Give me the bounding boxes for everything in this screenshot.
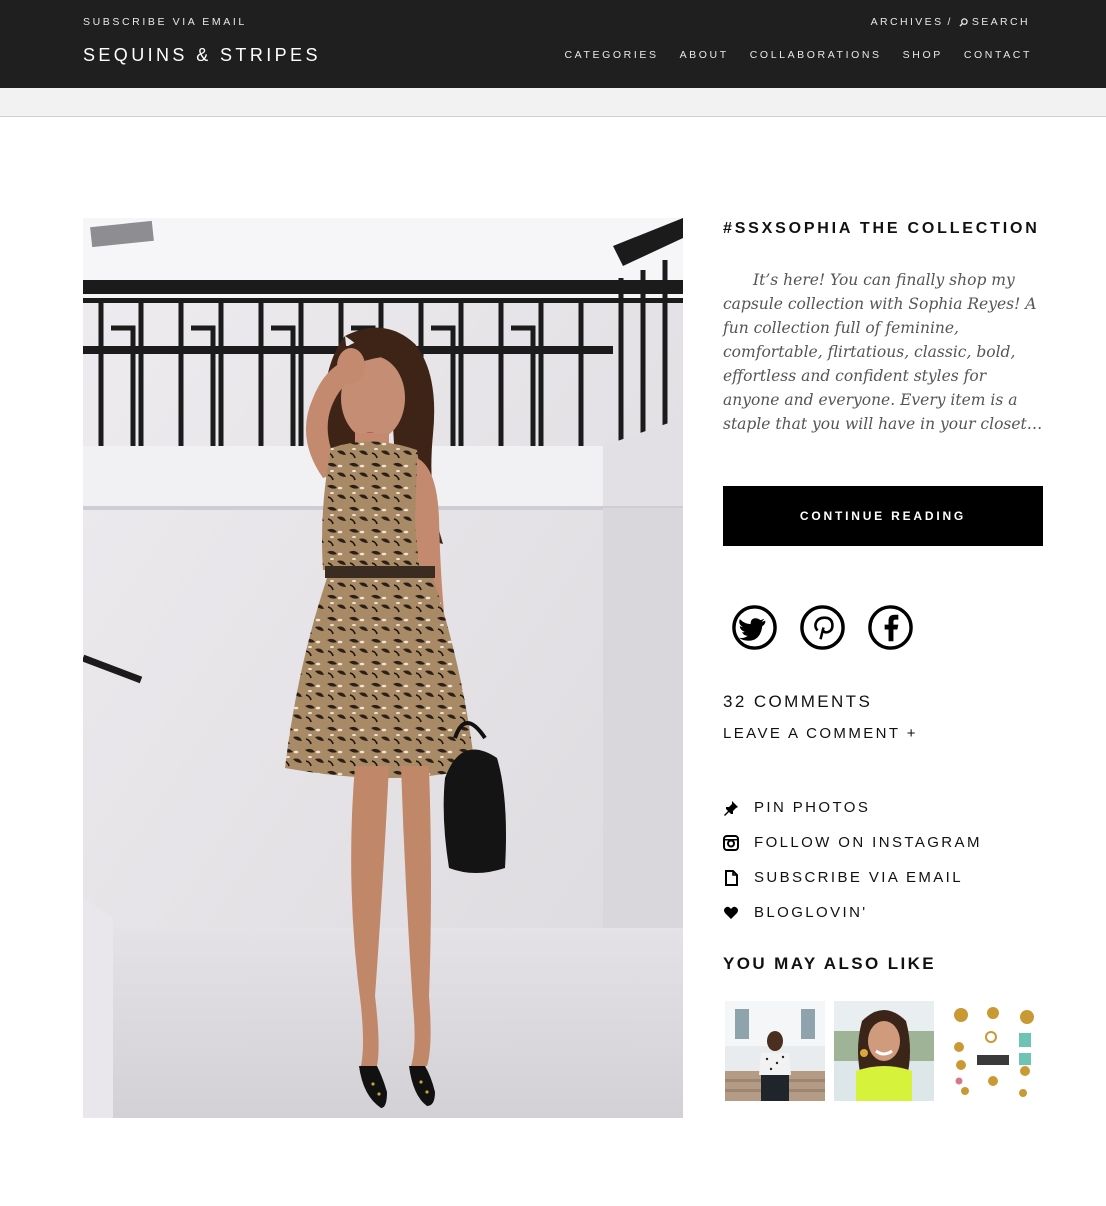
document-icon	[723, 868, 743, 888]
nav-contact[interactable]: CONTACT	[964, 49, 1032, 61]
pin-photos-link[interactable]: PIN PHOTOS	[723, 790, 982, 825]
instagram-link[interactable]: FOLLOW ON INSTAGRAM	[723, 825, 982, 860]
follow-links: PIN PHOTOS FOLLOW ON INSTAGRAM SUBSCRIBE…	[723, 790, 982, 930]
utility-links: ARCHIVES / SEARCH	[871, 16, 1030, 28]
site-title[interactable]: SEQUINS & STRIPES	[83, 45, 321, 66]
featured-photo	[83, 218, 683, 1118]
main-nav: CATEGORIES ABOUT COLLABORATIONS SHOP CON…	[565, 49, 1033, 61]
pin-photos-label: PIN PHOTOS	[754, 799, 871, 816]
twitter-icon	[732, 605, 777, 650]
related-post-thumbnail[interactable]	[725, 1001, 825, 1101]
separator: /	[947, 16, 953, 28]
header-spacer-band	[0, 88, 1106, 117]
post-title[interactable]: #SSXSOPHIA THE COLLECTION	[723, 218, 1043, 240]
search-icon	[959, 17, 968, 27]
pinterest-icon	[800, 605, 845, 650]
archives-link[interactable]: ARCHIVES	[871, 16, 944, 28]
instagram-icon	[723, 833, 743, 853]
subscribe-email-link[interactable]: SUBSCRIBE VIA EMAIL	[83, 16, 247, 28]
leave-comment-link[interactable]: LEAVE A COMMENT +	[723, 725, 918, 742]
related-posts	[725, 1001, 1043, 1101]
search-label: SEARCH	[971, 16, 1030, 28]
heart-icon	[723, 903, 743, 923]
related-photo-3	[943, 1001, 1043, 1101]
related-photo-2	[834, 1001, 934, 1101]
related-photo-1	[725, 1001, 825, 1101]
nav-collaborations[interactable]: COLLABORATIONS	[750, 49, 882, 61]
site-header: SUBSCRIBE VIA EMAIL SEQUINS & STRIPES AR…	[0, 0, 1106, 88]
bloglovin-link[interactable]: BLOGLOVIN'	[723, 895, 982, 930]
search-link[interactable]: SEARCH	[959, 16, 1030, 28]
nav-categories[interactable]: CATEGORIES	[565, 49, 659, 61]
comments-count[interactable]: 32 COMMENTS	[723, 692, 872, 712]
related-post-thumbnail[interactable]	[943, 1001, 1043, 1101]
post-featured-image[interactable]	[83, 218, 683, 1118]
continue-reading-button[interactable]: CONTINUE READING	[723, 486, 1043, 546]
related-post-thumbnail[interactable]	[834, 1001, 934, 1101]
nav-about[interactable]: ABOUT	[680, 49, 729, 61]
share-pinterest-button[interactable]	[799, 604, 846, 656]
subscribe-email-sidebar-link[interactable]: SUBSCRIBE VIA EMAIL	[723, 860, 982, 895]
share-buttons	[731, 604, 914, 656]
post-excerpt: It’s here! You can finally shop my capsu…	[723, 271, 1043, 433]
related-posts-title: YOU MAY ALSO LIKE	[723, 954, 937, 973]
instagram-label: FOLLOW ON INSTAGRAM	[754, 834, 982, 851]
post-sidebar: #SSXSOPHIA THE COLLECTION It’s here! You…	[723, 218, 1043, 1101]
facebook-icon	[868, 605, 913, 650]
bloglovin-label: BLOGLOVIN'	[754, 904, 868, 921]
share-facebook-button[interactable]	[867, 604, 914, 656]
nav-shop[interactable]: SHOP	[903, 49, 943, 61]
pin-icon	[723, 798, 743, 818]
share-twitter-button[interactable]	[731, 604, 778, 656]
subscribe-email-label: SUBSCRIBE VIA EMAIL	[754, 869, 963, 886]
